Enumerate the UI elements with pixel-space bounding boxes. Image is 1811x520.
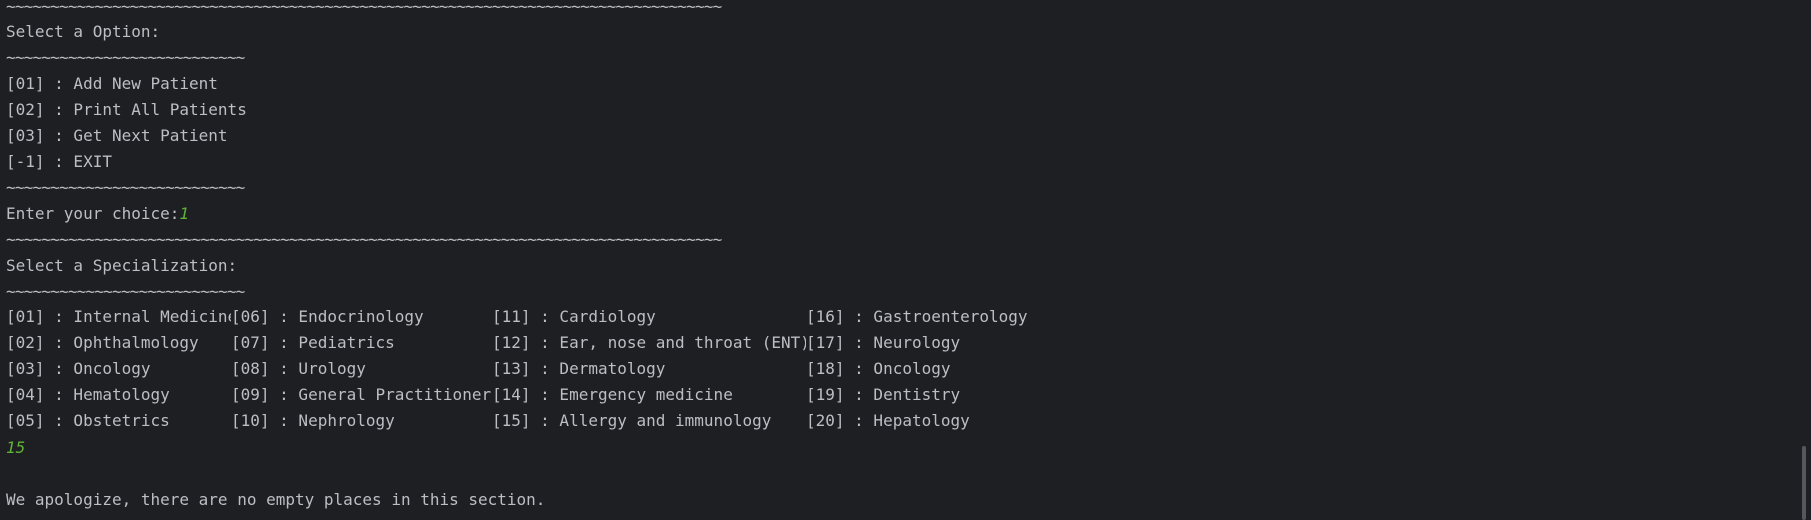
- separator-line: ~~~~~~~~~~~~~~~~~~~~~~~~~~~~~~~~~~~~~~~~…: [6, 0, 722, 16]
- specialization-item: [15] : Allergy and immunology: [492, 411, 772, 430]
- specialization-item: [19] : Dentistry: [806, 385, 961, 404]
- specialization-item: [10] : Nephrology: [231, 411, 395, 430]
- select-option-heading: Select a Option:: [6, 22, 161, 41]
- specialization-item: [17] : Neurology: [806, 333, 961, 352]
- specialization-item: [01] : Internal Medicine: [6, 307, 231, 326]
- menu-item-print-patients: [02] : Print All Patients: [6, 100, 247, 119]
- choice-prompt-row: Enter your choice: 1: [6, 201, 189, 227]
- select-specialization-heading: Select a Specialization:: [6, 256, 238, 275]
- separator-line: ~~~~~~~~~~~~~~~~~~~~~~~~~~~: [6, 282, 245, 301]
- specialization-item: [13] : Dermatology: [492, 359, 666, 378]
- separator-line: ~~~~~~~~~~~~~~~~~~~~~~~~~~~: [6, 48, 245, 67]
- scrollbar-thumb[interactable]: [1802, 446, 1806, 520]
- specialization-item: [12] : Ear, nose and throat (ENT): [492, 333, 806, 352]
- console-output[interactable]: ~~~~~~~~~~~~~~~~~~~~~~~~~~~ ~~~~~~~~~~~~~…: [6, 0, 1796, 520]
- specialization-item: [05] : Obstetrics: [6, 411, 170, 430]
- menu-item-next-patient: [03] : Get Next Patient: [6, 126, 228, 145]
- choice-input: 1: [179, 204, 190, 223]
- specialization-item: [09] : General Practitioner: [231, 385, 492, 404]
- specialization-input: 15: [6, 438, 26, 457]
- specialization-item: [20] : Hepatology: [806, 411, 970, 430]
- specialization-item: [03] : Oncology: [6, 359, 151, 378]
- specialization-item: [02] : Ophthalmology: [6, 333, 199, 352]
- choice-prompt: Enter your choice:: [6, 204, 180, 223]
- status-message: We apologize, there are no empty places …: [6, 490, 546, 509]
- separator-line: ~~~~~~~~~~~~~~~~~~~~~~~~~~~~~~~~~~~~~~~~…: [6, 230, 722, 249]
- specialization-item: [11] : Cardiology: [492, 307, 656, 326]
- menu-item-add-patient: [01] : Add New Patient: [6, 74, 218, 93]
- specialization-item: [04] : Hematology: [6, 385, 170, 404]
- specialization-item: [14] : Emergency medicine: [492, 385, 733, 404]
- vertical-scrollbar[interactable]: [1797, 0, 1811, 520]
- menu-item-exit: [-1] : EXIT: [6, 152, 112, 171]
- specialization-item: [06] : Endocrinology: [231, 307, 424, 326]
- specialization-grid: [01] : Internal Medicine [06] : Endocrin…: [6, 304, 1126, 434]
- specialization-item: [18] : Oncology: [806, 359, 951, 378]
- specialization-item: [07] : Pediatrics: [231, 333, 395, 352]
- specialization-item: [08] : Urology: [231, 359, 366, 378]
- specialization-item: [16] : Gastroenterology: [806, 307, 1028, 326]
- separator-line: ~~~~~~~~~~~~~~~~~~~~~~~~~~~: [6, 178, 245, 197]
